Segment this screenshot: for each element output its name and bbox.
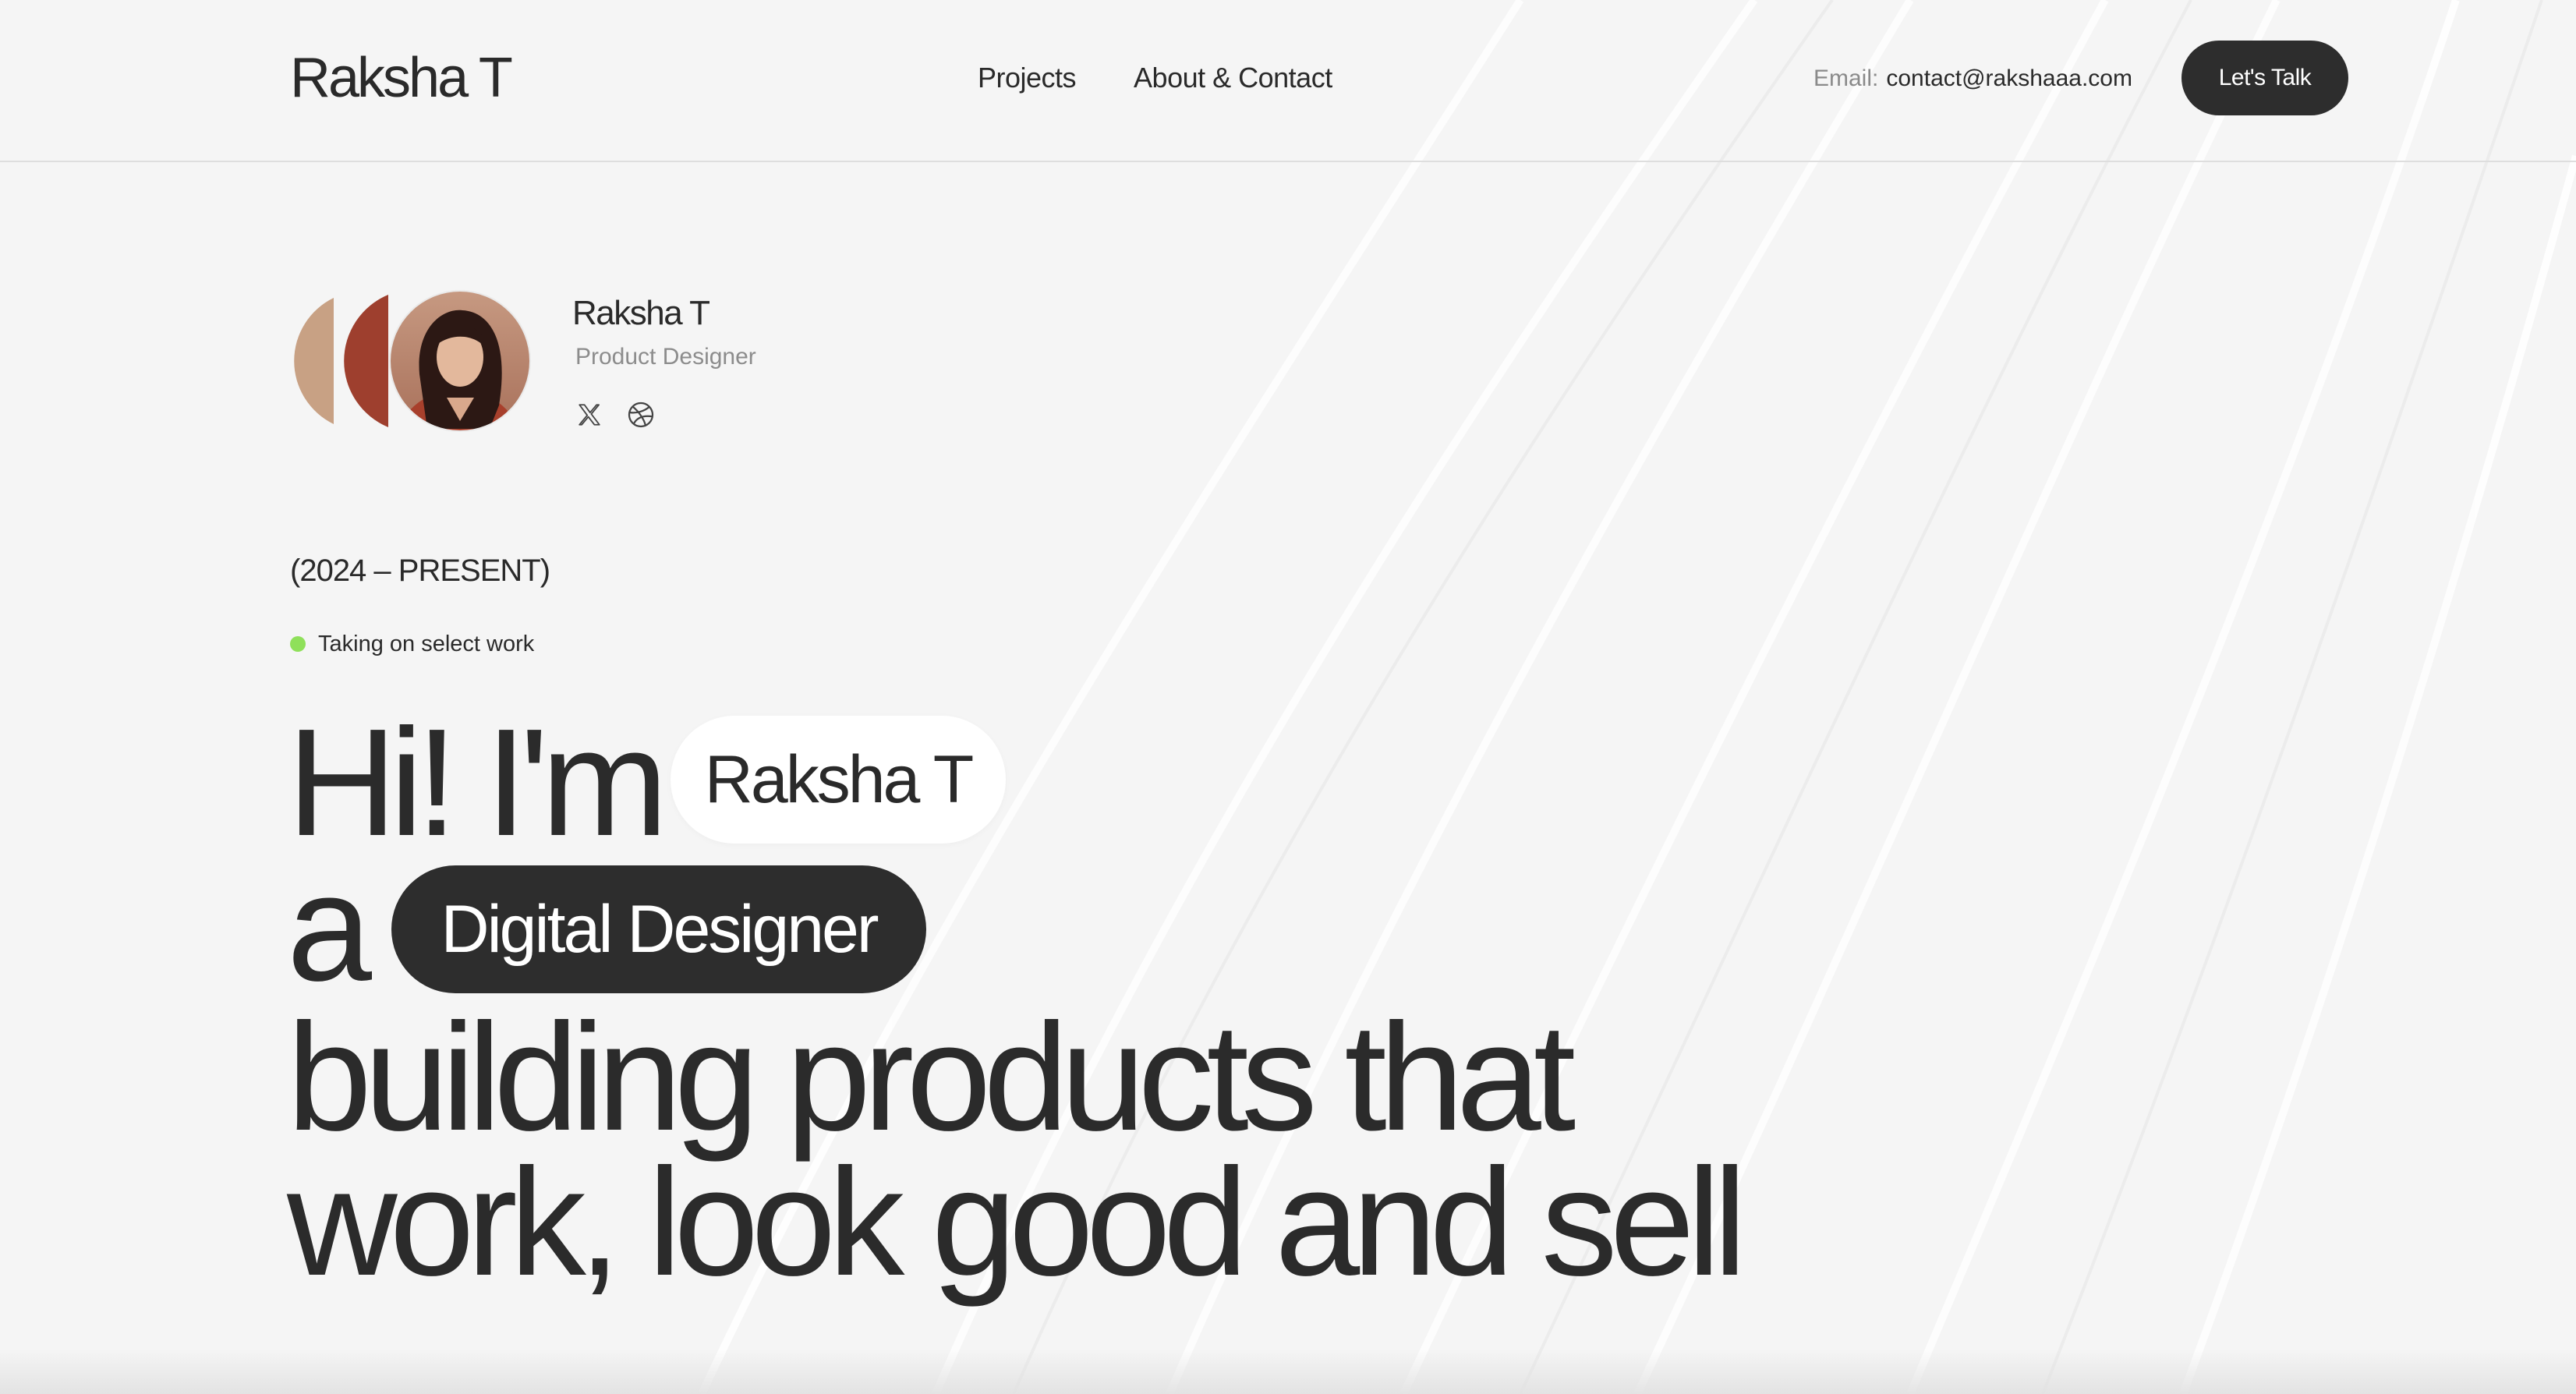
- email-label: Email:: [1813, 65, 1879, 91]
- hero-line-3: building products that: [287, 992, 1576, 1162]
- name-pill: Raksha T: [671, 716, 1006, 844]
- nav-projects[interactable]: Projects: [978, 59, 1077, 97]
- avatar-stack: [294, 290, 531, 432]
- social-links: [574, 399, 656, 430]
- status-dot: [290, 636, 306, 652]
- dribbble-icon[interactable]: [625, 399, 656, 430]
- hero-line-1: Hi! I'm: [287, 697, 668, 868]
- lets-talk-button[interactable]: Let's Talk: [2181, 41, 2348, 115]
- profile-role: Product Designer: [575, 344, 756, 370]
- x-icon[interactable]: [574, 399, 605, 430]
- portfolio-page: Raksha T Projects About & Contact Email:…: [0, 0, 2576, 1394]
- hero-line-2: a: [287, 842, 372, 1013]
- email-link[interactable]: contact@rakshaaa.com: [1886, 65, 2132, 91]
- profile-name: Raksha T: [572, 294, 710, 332]
- availability-text: Taking on select work: [318, 632, 535, 656]
- period-label: (2024 – PRESENT): [290, 554, 550, 588]
- role-pill: Digital Designer: [391, 865, 926, 993]
- top-navigation-bar: Raksha T Projects About & Contact Email:…: [0, 0, 2576, 162]
- avatar-shape-tan: [294, 298, 334, 424]
- site-logo[interactable]: Raksha T: [290, 45, 513, 111]
- hero-line-4: work, look good and sell: [287, 1137, 1747, 1307]
- main-nav: Projects About & Contact: [978, 59, 1332, 97]
- availability-status: Taking on select work: [290, 628, 534, 660]
- email-contact: Email: contact@rakshaaa.com: [1813, 62, 2132, 95]
- nav-about-contact[interactable]: About & Contact: [1134, 59, 1332, 97]
- avatar-shape-terracotta: [344, 295, 388, 427]
- bottom-fade: [0, 1349, 2576, 1394]
